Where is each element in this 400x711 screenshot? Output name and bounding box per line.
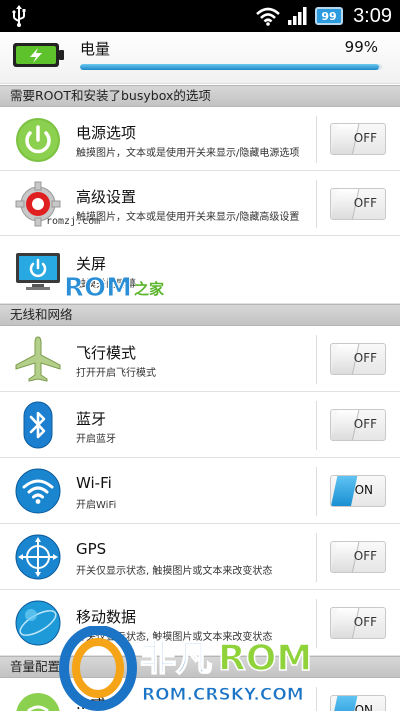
row-wifi[interactable]: Wi-Fi 开启WiFi ON — [0, 459, 400, 524]
battery-label: 电量 — [80, 40, 111, 58]
row-description: 打开开启飞行模式 — [76, 368, 156, 379]
row-title: 蓝牙 — [76, 410, 107, 428]
watermark-romzj: romzj.com — [46, 216, 101, 227]
row-divider — [316, 533, 317, 582]
watermark-crsky-logo: 非凡 ROM ROM.CRSKY.COM — [59, 626, 313, 711]
signal-icon — [288, 7, 307, 25]
gps-icon — [15, 534, 61, 580]
row-title: 高级设置 — [76, 188, 137, 206]
row-title: 飞行模式 — [76, 344, 137, 362]
row-title: GPS — [76, 540, 107, 558]
row-divider — [316, 467, 317, 516]
watermark-rom-logo: ROM 之家 — [64, 273, 165, 303]
row-airplane-mode[interactable]: 飞行模式 打开开启飞行模式 OFF — [0, 327, 400, 392]
row-title: 移动数据 — [76, 608, 137, 626]
row-power-options[interactable]: 电源选项 触摸图片，文本或是使用开关来显示/隐藏电源选项 OFF — [0, 108, 400, 171]
row-description: 开启蓝牙 — [76, 434, 116, 445]
row-divider — [316, 116, 317, 163]
screen-off-icon — [16, 253, 60, 290]
row-description: 触摸图片，文本或是使用开关来显示/隐藏电源选项 — [76, 148, 300, 159]
wifi-icon — [256, 7, 280, 26]
sound-icon — [16, 693, 60, 711]
row-title: Wi-Fi — [76, 474, 112, 492]
toggle-state: OFF — [353, 351, 377, 365]
toggle-state: ON — [354, 483, 373, 497]
svg-text:ROM: ROM — [64, 273, 132, 302]
power-icon — [16, 118, 60, 162]
toggle-state: OFF — [353, 417, 377, 431]
toggle-knob — [331, 476, 358, 506]
wifi-icon — [15, 468, 61, 514]
status-battery-level: 99 — [321, 9, 337, 23]
svg-text:ROM: ROM — [218, 638, 312, 679]
airplane-mode-toggle[interactable]: OFF — [330, 343, 386, 375]
row-divider — [316, 401, 317, 450]
toggle-state: OFF — [353, 131, 377, 145]
bluetooth-icon — [23, 401, 53, 449]
bluetooth-toggle[interactable]: OFF — [330, 409, 386, 441]
row-description: 开关仅显示状态, 触摸图片或文本来改变状态 — [76, 566, 273, 577]
row-divider — [316, 335, 317, 384]
row-gps[interactable]: GPS 开关仅显示状态, 触摸图片或文本来改变状态 OFF — [0, 525, 400, 590]
row-description: 触摸图片，文本或是使用开关来显示/隐藏高级设置 — [76, 212, 300, 223]
section-header-wireless: 无线和网络 — [0, 304, 400, 326]
battery-icon: 99 — [315, 7, 344, 25]
section-header-root: 需要ROOT和安装了busybox的选项 — [0, 85, 400, 107]
row-divider — [316, 180, 317, 228]
mobile-data-icon — [15, 600, 61, 646]
wifi-toggle[interactable]: ON — [330, 475, 386, 507]
battery-progress-fill — [80, 64, 379, 70]
row-description: 开启WiFi — [76, 500, 117, 511]
power-options-toggle[interactable]: OFF — [330, 123, 386, 155]
advanced-settings-toggle[interactable]: OFF — [330, 188, 386, 220]
airplane-icon — [15, 336, 61, 382]
usb-icon — [12, 5, 26, 27]
battery-charging-icon — [13, 43, 64, 67]
row-title: 电源选项 — [76, 124, 137, 142]
toggle-state: OFF — [353, 549, 377, 563]
toggle-state: OFF — [353, 196, 377, 210]
svg-text:之家: 之家 — [134, 280, 164, 298]
battery-progress-bar — [80, 64, 382, 70]
battery-percent: 99% — [344, 38, 378, 56]
battery-row: 电量 99% — [0, 32, 400, 84]
row-bluetooth[interactable]: 蓝牙 开启蓝牙 OFF — [0, 393, 400, 458]
status-time: 3:09 — [353, 4, 392, 27]
svg-text:非凡: 非凡 — [140, 638, 212, 679]
row-screen-off[interactable]: 关屏 触摸关闭屏幕 — [0, 237, 400, 304]
status-bar: 99 3:09 — [0, 0, 400, 32]
gps-toggle[interactable]: OFF — [330, 541, 386, 573]
svg-text:ROM.CRSKY.COM: ROM.CRSKY.COM — [142, 685, 304, 705]
